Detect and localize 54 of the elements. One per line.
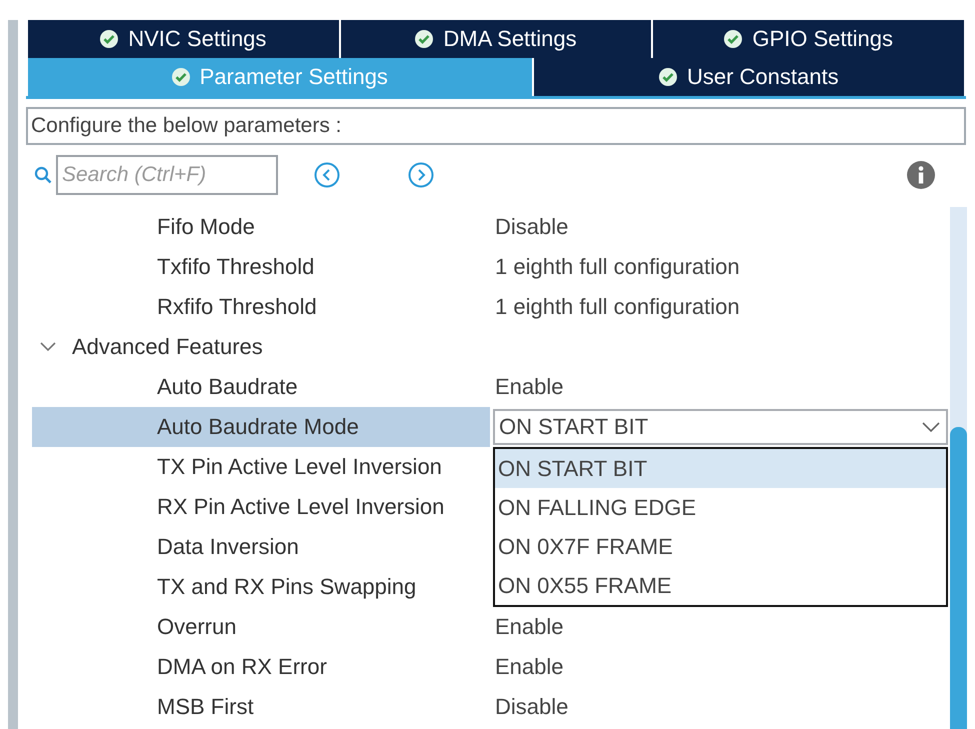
parameter-row[interactable]: Txfifo Threshold — [32, 247, 490, 287]
parameter-value: Enable — [495, 614, 564, 640]
dropdown-option[interactable]: ON START BIT — [495, 449, 946, 488]
tab[interactable]: DMA Settings — [340, 20, 654, 58]
parameter-dropdown[interactable]: ON START BIT — [493, 409, 948, 445]
tab[interactable]: User Constants — [534, 58, 966, 96]
parameter-value: Disable — [495, 214, 568, 240]
check-circle-icon — [724, 30, 742, 48]
parameter-label: Txfifo Threshold — [157, 254, 314, 280]
check-circle-icon — [100, 30, 118, 48]
parameter-label: TX and RX Pins Swapping — [157, 574, 416, 600]
parameter-row[interactable]: Auto Baudrate — [32, 367, 490, 407]
parameter-label: Auto Baudrate Mode — [157, 414, 359, 440]
chevron-left-circle-icon — [314, 162, 340, 188]
parameter-row[interactable]: RX Pin Active Level Inversion — [32, 487, 490, 527]
parameter-label: MSB First — [157, 694, 254, 720]
tab[interactable]: GPIO Settings — [653, 20, 966, 58]
parameter-row[interactable]: Overrun — [32, 607, 490, 647]
parameter-label: Overrun — [157, 614, 236, 640]
chevron-right-circle-icon — [408, 162, 434, 188]
parameter-label: Auto Baudrate — [157, 374, 298, 400]
group-label: Advanced Features — [72, 334, 263, 360]
check-circle-icon — [415, 30, 434, 48]
parameter-row[interactable]: Rxfifo Threshold — [32, 287, 490, 327]
parameter-label: Data Inversion — [157, 534, 299, 560]
search-icon — [34, 166, 52, 184]
parameter-row[interactable]: MSB First — [32, 687, 490, 727]
check-circle-icon — [172, 68, 190, 86]
parameter-row[interactable]: Data Inversion — [32, 527, 490, 567]
previous-button[interactable] — [314, 162, 340, 188]
search-field[interactable]: Search (Ctrl+F) — [56, 155, 278, 195]
scrollbar[interactable] — [950, 207, 967, 729]
description-field: Configure the below parameters : — [26, 107, 966, 145]
parameter-row[interactable]: Fifo Mode — [32, 207, 490, 247]
parameter-label: DMA on RX Error — [157, 654, 327, 680]
parameter-label: Rxfifo Threshold — [157, 294, 317, 320]
parameter-row[interactable]: DMA on RX Error — [32, 647, 490, 687]
parameter-value: Enable — [495, 374, 564, 400]
parameter-row[interactable]: Auto Baudrate Mode — [32, 407, 490, 447]
chevron-down-icon — [922, 422, 940, 432]
parameter-value: Disable — [495, 694, 568, 720]
check-circle-icon — [658, 68, 677, 86]
parameter-value: 1 eighth full configuration — [495, 254, 740, 280]
parameter-value: 1 eighth full configuration — [495, 294, 740, 320]
parameter-label: TX Pin Active Level Inversion — [157, 454, 442, 480]
info-icon[interactable] — [906, 160, 936, 190]
parameter-row[interactable]: TX Pin Active Level Inversion — [32, 447, 490, 487]
parameter-label: RX Pin Active Level Inversion — [157, 494, 444, 520]
next-button[interactable] — [408, 162, 434, 188]
tab[interactable]: NVIC Settings — [28, 20, 341, 58]
parameter-label: Fifo Mode — [157, 214, 255, 240]
parameter-value: Enable — [495, 654, 564, 680]
parameter-row[interactable]: TX and RX Pins Swapping — [32, 567, 490, 607]
chevron-down-icon[interactable] — [40, 342, 56, 352]
